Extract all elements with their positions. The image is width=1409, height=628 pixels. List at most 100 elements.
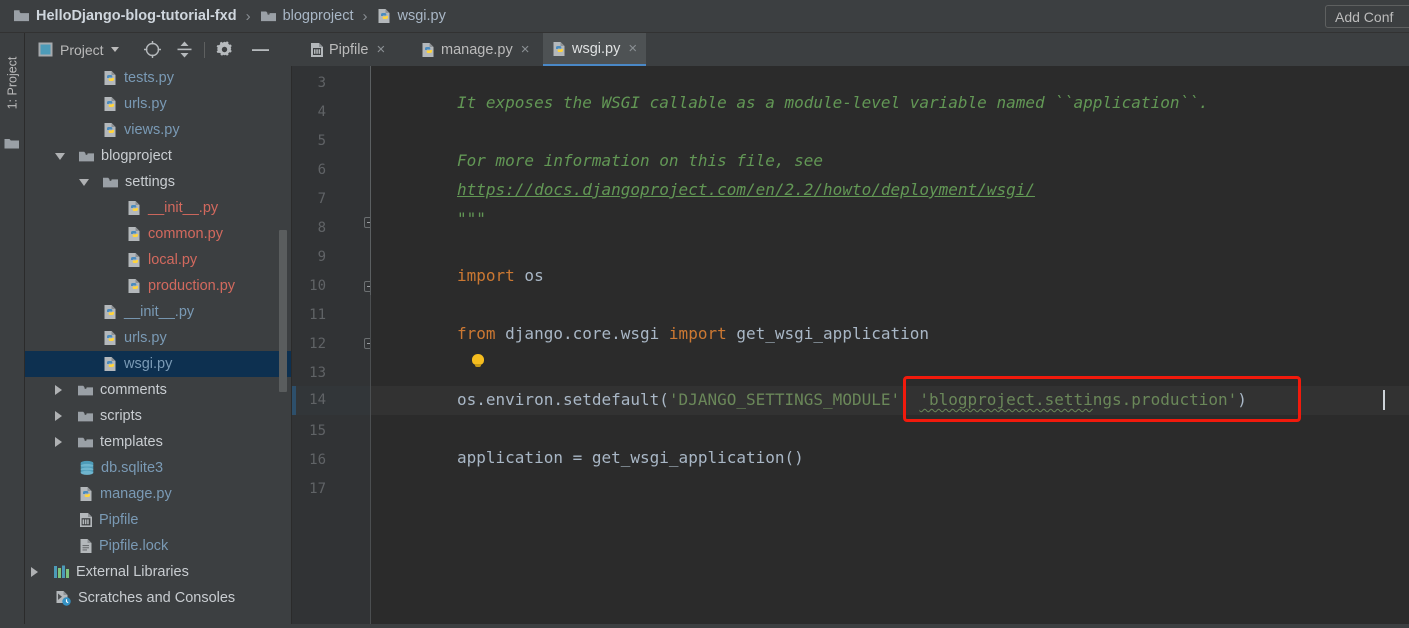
tree-item-comments-folder[interactable]: comments	[25, 377, 291, 403]
tree-item-label: blogproject	[101, 148, 172, 164]
line-number: 17	[309, 481, 326, 497]
close-icon[interactable]: ×	[377, 42, 386, 57]
chevron-right-icon[interactable]	[55, 411, 62, 421]
code-line-7-url[interactable]: https://docs.djangoproject.com/en/2.2/ho…	[457, 180, 1035, 199]
chevron-right-icon[interactable]	[31, 567, 38, 577]
tree-item-settings-folder[interactable]: settings	[25, 169, 291, 195]
project-tab-label: 1: Project	[5, 56, 19, 110]
python-file-icon	[103, 70, 118, 86]
line-number: 10	[309, 278, 326, 294]
tree-item-templates-folder[interactable]: templates	[25, 429, 291, 455]
tree-item-label: db.sqlite3	[101, 460, 164, 476]
folder-icon	[260, 9, 277, 23]
libraries-icon	[53, 564, 70, 580]
module-os: os	[514, 266, 544, 285]
line-number: 12	[309, 336, 326, 352]
sidebar-item-project-tab[interactable]: 1: Project	[0, 37, 24, 129]
project-view-selector[interactable]: Project	[35, 38, 122, 62]
tree-item-production-py[interactable]: production.py	[25, 273, 291, 299]
lightbulb-base	[475, 364, 481, 367]
lightbulb-icon[interactable]	[472, 354, 484, 369]
python-file-icon	[127, 252, 142, 268]
chevron-down-icon[interactable]	[79, 178, 89, 186]
hide-panel-button[interactable]	[248, 38, 273, 62]
project-panel-toolbar: Project	[25, 33, 291, 66]
keyword-import: import	[668, 324, 727, 343]
close-icon[interactable]: ×	[521, 42, 530, 57]
line-number: 3	[317, 75, 326, 91]
breadcrumb-item-file[interactable]: wsgi.py	[375, 5, 448, 27]
python-file-icon	[79, 486, 94, 502]
tree-item-scratches-consoles[interactable]: Scratches and Consoles	[25, 585, 291, 611]
tree-item-pipfile[interactable]: Pipfile	[25, 507, 291, 533]
python-file-icon	[103, 304, 118, 320]
line-number: 13	[309, 365, 326, 381]
text-caret	[1383, 390, 1385, 410]
close-icon[interactable]: ×	[628, 41, 637, 56]
folder-icon	[77, 409, 94, 423]
code-editor[interactable]: 3 4 5 6 7 8 9 10 11 12 13 14 15 16 17 It	[292, 66, 1409, 628]
tree-item-label: Scratches and Consoles	[78, 590, 236, 606]
project-tree-scrollbar[interactable]	[279, 230, 287, 392]
pipfile-icon	[310, 42, 324, 58]
tree-item-local-py[interactable]: local.py	[25, 247, 291, 273]
python-file-icon	[103, 330, 118, 346]
tree-item-external-libraries[interactable]: External Libraries	[25, 559, 291, 585]
tree-item-manage-py[interactable]: manage.py	[25, 481, 291, 507]
tree-item-label: wsgi.py	[124, 356, 173, 372]
breadcrumb-item-blogproject[interactable]: blogproject	[258, 5, 356, 27]
chevron-right-icon[interactable]	[55, 437, 62, 447]
tree-item-tests-py[interactable]: tests.py	[25, 66, 291, 91]
settings-button[interactable]	[213, 38, 236, 62]
tree-item-views-py[interactable]: views.py	[25, 117, 291, 143]
python-file-icon	[421, 42, 436, 58]
tree-item-blogproject-init-py[interactable]: __init__.py	[25, 299, 291, 325]
add-configuration-button[interactable]: Add Conf	[1325, 5, 1409, 28]
python-file-icon	[552, 41, 567, 57]
tree-item-label: scripts	[100, 408, 142, 424]
tree-item-label: Pipfile	[99, 512, 139, 528]
tree-item-urls-py-blog[interactable]: urls.py	[25, 91, 291, 117]
minus-icon	[251, 47, 270, 52]
folder-icon	[102, 175, 119, 189]
code-line-12: from django.core.wsgi import get_wsgi_ap…	[457, 324, 929, 343]
tree-item-label: common.py	[148, 226, 223, 242]
line-number: 8	[317, 220, 326, 236]
breadcrumb-item-project[interactable]: HelloDjango-blog-tutorial-fxd	[11, 5, 239, 27]
tree-item-blogproject-urls-py[interactable]: urls.py	[25, 325, 291, 351]
line-number: 5	[317, 133, 326, 149]
line-number: 16	[309, 452, 326, 468]
project-tree[interactable]: tests.py urls.py views.py blogproject se…	[25, 66, 292, 628]
chevron-right-icon[interactable]	[55, 385, 62, 395]
toolbar-divider	[203, 41, 205, 58]
locate-file-button[interactable]	[140, 38, 165, 62]
collapse-all-button[interactable]	[173, 38, 196, 62]
scratches-icon	[55, 590, 72, 606]
tab-label: wsgi.py	[572, 40, 621, 57]
project-view-label: Project	[60, 41, 104, 58]
chevron-down-icon[interactable]	[55, 152, 65, 160]
tree-item-settings-init-py[interactable]: __init__.py	[25, 195, 291, 221]
code-line-16: application = get_wsgi_application()	[457, 448, 804, 467]
tab-pipfile[interactable]: Pipfile ×	[301, 33, 394, 66]
tree-item-label: settings	[125, 174, 175, 190]
tree-item-common-py[interactable]: common.py	[25, 221, 291, 247]
tree-item-pipfile-lock[interactable]: Pipfile.lock	[25, 533, 291, 559]
code-line-8: """	[457, 209, 486, 228]
tab-manage-py[interactable]: manage.py ×	[412, 33, 539, 66]
code-text-area[interactable]: It exposes the WSGI callable as a module…	[371, 66, 1409, 628]
editor-gutter[interactable]: 3 4 5 6 7 8 9 10 11 12 13 14 15 16 17	[292, 66, 375, 628]
folder-icon	[78, 149, 95, 163]
tab-wsgi-py[interactable]: wsgi.py ×	[543, 33, 647, 66]
tree-item-label: urls.py	[124, 330, 167, 346]
tree-item-blogproject-folder[interactable]: blogproject	[25, 143, 291, 169]
tree-item-db-sqlite3[interactable]: db.sqlite3	[25, 455, 291, 481]
breadcrumb-label: wsgi.py	[397, 8, 446, 24]
tree-item-wsgi-py[interactable]: wsgi.py	[25, 351, 291, 377]
breadcrumb-separator-icon: ›	[245, 7, 251, 25]
chevron-down-icon	[110, 47, 119, 52]
line-number: 6	[317, 162, 326, 178]
left-tool-strip: 1: Project	[0, 33, 25, 628]
tree-item-scripts-folder[interactable]: scripts	[25, 403, 291, 429]
folder-icon[interactable]	[4, 137, 20, 156]
